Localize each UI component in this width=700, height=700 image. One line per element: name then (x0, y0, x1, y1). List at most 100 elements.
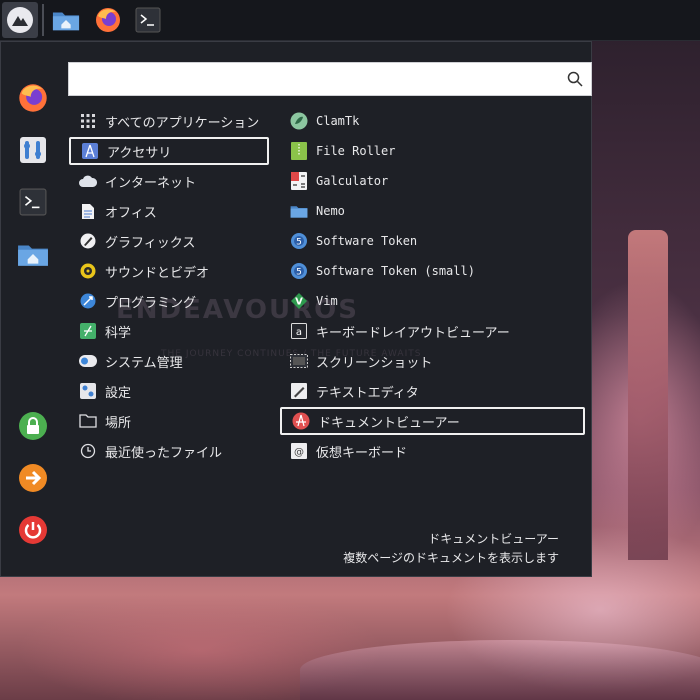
settings-icon[interactable] (15, 132, 51, 168)
firefox-icon[interactable] (94, 6, 122, 34)
app-description-title: ドキュメントビューアー (428, 532, 559, 546)
app-label: スクリーンショット (316, 355, 433, 371)
settings-icon (79, 382, 97, 400)
app-label: Nemo (316, 204, 345, 218)
svg-text:V: V (295, 297, 303, 308)
app-label: Software Token (316, 234, 418, 248)
nemo-folder-icon (290, 202, 308, 220)
category-label: すべてのアプリケーション (105, 115, 260, 131)
accessories-icon (81, 142, 99, 160)
taskbar-separator (42, 4, 44, 36)
app-document-viewer[interactable]: ドキュメントビューアー (280, 407, 585, 435)
app-label: 仮想キーボード (316, 445, 408, 461)
application-menu: ENDEAVOUROS THE JOURNEY CONTINUES / THE … (0, 41, 592, 577)
category-label: アクセサリ (107, 145, 172, 161)
category-accessories[interactable]: アクセサリ (69, 137, 269, 165)
clock-icon (79, 442, 97, 460)
app-vim[interactable]: V Vim (280, 287, 585, 315)
application-menu-button[interactable] (2, 2, 38, 38)
svg-text:5: 5 (296, 268, 302, 278)
app-file-roller[interactable]: File Roller (280, 137, 585, 165)
firefox-icon[interactable] (15, 80, 51, 116)
terminal-icon[interactable] (134, 6, 162, 34)
app-label: キーボードレイアウトビューアー (316, 325, 510, 341)
category-sound-video[interactable]: サウンドとビデオ (69, 257, 269, 285)
app-screenshot[interactable]: スクリーンショット (280, 347, 585, 375)
virtual-keyboard-icon: @ (290, 442, 308, 460)
category-label: 設定 (105, 385, 132, 401)
category-label: オフィス (105, 205, 157, 221)
taskbar (0, 0, 700, 41)
app-label: File Roller (316, 144, 396, 158)
app-label: ドキュメントビューアー (318, 415, 460, 431)
power-icon[interactable] (15, 512, 51, 548)
category-system-admin[interactable]: システム管理 (69, 347, 269, 375)
app-nemo[interactable]: Nemo (280, 197, 585, 225)
programming-icon (79, 292, 97, 310)
keyboard-layout-icon: a (290, 322, 308, 340)
category-internet[interactable]: インターネット (69, 167, 269, 195)
token-icon: 5 (290, 232, 308, 250)
app-text-editor[interactable]: テキストエディタ (280, 377, 585, 405)
grid-icon (79, 112, 97, 130)
logout-icon[interactable] (15, 460, 51, 496)
favorites-sidebar (1, 42, 65, 576)
text-editor-icon (290, 382, 308, 400)
category-label: 最近使ったファイル (105, 445, 223, 461)
category-label: サウンドとビデオ (105, 265, 210, 281)
category-label: 科学 (105, 325, 132, 341)
category-recent-files[interactable]: 最近使ったファイル (69, 437, 269, 465)
system-icon (79, 352, 97, 370)
document-icon (79, 202, 97, 220)
wallpaper-tower (628, 230, 668, 560)
category-programming[interactable]: プログラミング (69, 287, 269, 315)
vim-icon: V (290, 292, 308, 310)
app-label: テキストエディタ (316, 385, 419, 401)
graphics-icon (79, 232, 97, 250)
app-galculator[interactable]: Galculator (280, 167, 585, 195)
science-icon (79, 322, 97, 340)
category-label: 場所 (105, 415, 132, 431)
clamtk-icon (290, 112, 308, 130)
search-box[interactable] (68, 62, 592, 96)
token-icon: 5 (290, 262, 308, 280)
folder-icon (79, 412, 97, 430)
app-description-text: 複数ページのドキュメントを表示します (343, 551, 559, 565)
svg-text:a: a (296, 327, 302, 338)
app-clamtk[interactable]: ClamTk (280, 107, 585, 135)
cloud-icon (79, 172, 97, 190)
endeavouros-logo-icon (7, 7, 33, 33)
archive-icon (290, 142, 308, 160)
wallpaper-road (300, 640, 700, 700)
app-label: ClamTk (316, 114, 360, 128)
home-folder-icon[interactable] (15, 236, 51, 272)
document-viewer-icon (292, 412, 310, 430)
lock-icon[interactable] (15, 408, 51, 444)
category-office[interactable]: オフィス (69, 197, 269, 225)
category-graphics[interactable]: グラフィックス (69, 227, 269, 255)
category-all-applications[interactable]: すべてのアプリケーション (69, 107, 269, 135)
category-label: プログラミング (105, 295, 197, 311)
category-label: グラフィックス (105, 235, 196, 251)
category-places[interactable]: 場所 (69, 407, 269, 435)
svg-text:5: 5 (296, 238, 302, 248)
app-software-token[interactable]: 5 Software Token (280, 227, 585, 255)
app-label: Software Token (small) (316, 264, 475, 278)
home-folder-icon[interactable] (52, 6, 80, 34)
category-label: インターネット (105, 175, 197, 191)
terminal-icon[interactable] (15, 184, 51, 220)
app-label: Galculator (316, 174, 389, 188)
app-software-token-small[interactable]: 5 Software Token (small) (280, 257, 585, 285)
calculator-icon (290, 172, 308, 190)
category-science[interactable]: 科学 (69, 317, 269, 345)
category-label: システム管理 (105, 355, 183, 371)
app-keyboard-layout-viewer[interactable]: a キーボードレイアウトビューアー (280, 317, 585, 345)
svg-text:@: @ (294, 447, 304, 458)
app-virtual-keyboard[interactable]: @ 仮想キーボード (280, 437, 585, 465)
screenshot-icon (290, 352, 308, 370)
search-input[interactable] (73, 66, 557, 94)
app-label: Vim (316, 294, 338, 308)
sound-icon (79, 262, 97, 280)
category-settings[interactable]: 設定 (69, 377, 269, 405)
search-icon (567, 71, 583, 87)
